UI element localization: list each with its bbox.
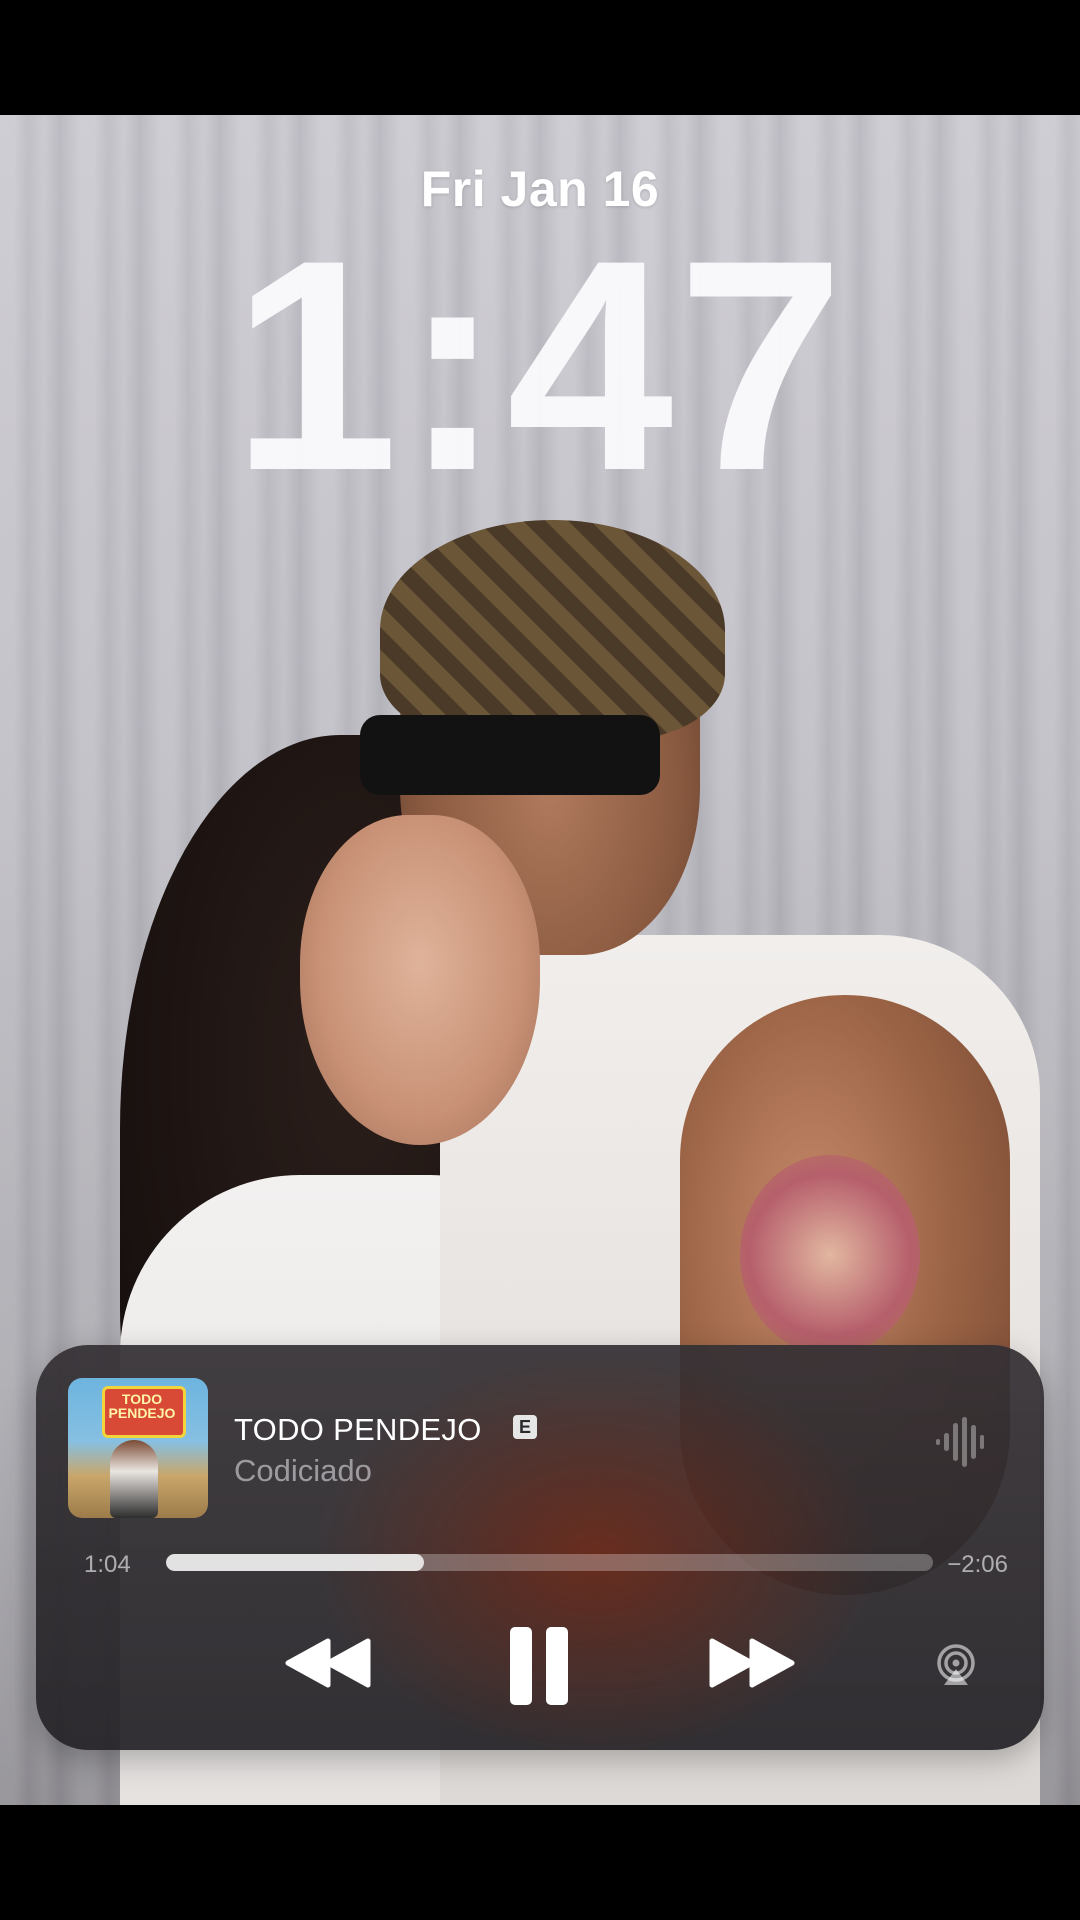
rewind-icon[interactable] <box>284 1635 372 1691</box>
wallpaper-man-sunglasses <box>360 715 660 795</box>
fast-forward-icon[interactable] <box>708 1635 796 1691</box>
elapsed-time: 1:04 <box>84 1551 131 1578</box>
wallpaper-woman-face <box>300 815 540 1145</box>
lock-screen: Fri Jan 16 1:47 TODO PENDEJO TODO PENDEJ… <box>0 0 1080 1920</box>
airplay-icon[interactable] <box>934 1643 978 1687</box>
wallpaper-man-cap <box>380 520 725 740</box>
song-title: TODO PENDEJO <box>234 1412 482 1447</box>
remaining-time: −2:06 <box>947 1551 1008 1578</box>
artwork-sign-text: TODO PENDEJO <box>108 1391 176 1421</box>
artwork-person <box>110 1440 158 1518</box>
album-artwork[interactable]: TODO PENDEJO <box>68 1378 208 1518</box>
lock-screen-clock: 1:47 <box>231 197 849 533</box>
pause-icon[interactable] <box>508 1625 570 1707</box>
playback-scrubber[interactable] <box>166 1554 933 1571</box>
explicit-badge: E <box>513 1415 537 1439</box>
now-playing-widget[interactable]: TODO PENDEJO TODO PENDEJO E Codiciado 1:… <box>36 1345 1044 1750</box>
artist-name: Codiciado <box>234 1453 372 1488</box>
wallpaper-tattoo <box>740 1155 920 1355</box>
waveform-icon[interactable] <box>934 1415 986 1469</box>
playback-progress-fill <box>166 1554 425 1571</box>
